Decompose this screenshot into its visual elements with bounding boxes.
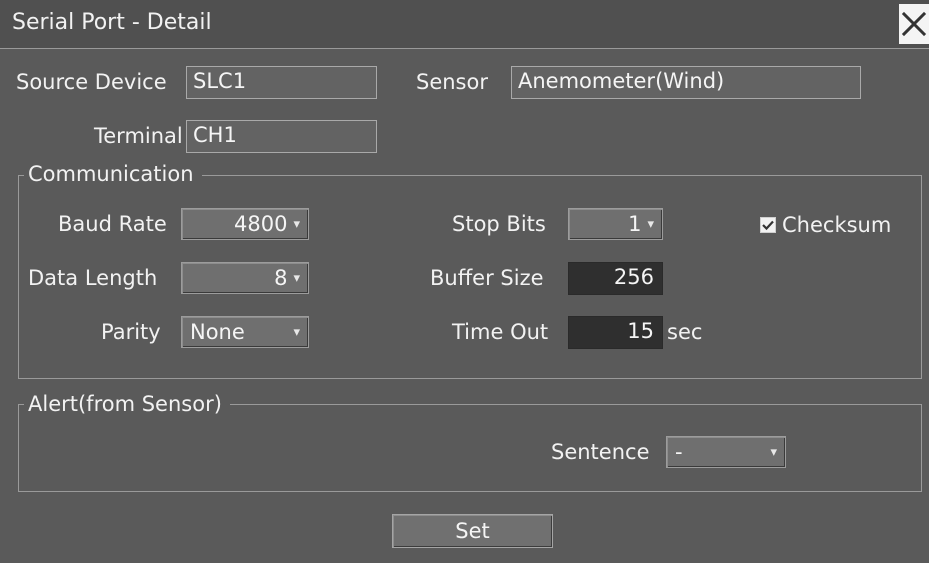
chevron-down-icon: ▾ (293, 216, 300, 232)
time-out-unit: sec (667, 320, 703, 344)
stop-bits-select[interactable]: 1 ▾ (568, 208, 663, 240)
chevron-down-icon: ▾ (647, 216, 654, 232)
parity-value: None (190, 320, 245, 344)
set-button[interactable]: Set (392, 514, 553, 548)
chevron-down-icon: ▾ (770, 444, 777, 460)
data-length-select[interactable]: 8 ▾ (181, 262, 309, 294)
parity-label: Parity (101, 320, 161, 344)
close-icon (901, 11, 927, 37)
serial-port-detail-dialog: Serial Port - Detail Source Device SLC1 … (0, 0, 929, 563)
baud-rate-select[interactable]: 4800 ▾ (181, 208, 309, 240)
data-length-value: 8 (274, 266, 288, 290)
window-title: Serial Port - Detail (12, 10, 212, 35)
checkmark-icon (760, 217, 776, 233)
terminal-field: CH1 (186, 120, 377, 153)
time-out-label: Time Out (452, 320, 549, 344)
buffer-size-label: Buffer Size (430, 266, 544, 290)
time-out-field[interactable]: 15 (568, 316, 663, 349)
sentence-value: - (675, 440, 683, 464)
baud-rate-value: 4800 (234, 212, 288, 236)
sentence-select[interactable]: - ▾ (666, 436, 786, 468)
chevron-down-icon: ▾ (293, 270, 300, 286)
sensor-label: Sensor (416, 70, 488, 94)
chevron-down-icon: ▾ (293, 324, 300, 340)
checksum-label: Checksum (782, 213, 892, 237)
source-device-label: Source Device (16, 70, 167, 94)
title-bar: Serial Port - Detail (0, 0, 929, 49)
stop-bits-label: Stop Bits (452, 212, 546, 236)
parity-select[interactable]: None ▾ (181, 316, 309, 348)
alert-group (18, 404, 922, 492)
source-device-field: SLC1 (186, 66, 377, 99)
terminal-label: Terminal (94, 124, 183, 148)
alert-group-title: Alert(from Sensor) (24, 392, 230, 416)
close-button[interactable] (899, 4, 929, 44)
data-length-label: Data Length (28, 266, 158, 290)
sentence-label: Sentence (551, 440, 650, 464)
sensor-field: Anemometer(Wind) (511, 66, 861, 99)
checksum-checkbox[interactable]: Checksum (760, 210, 891, 240)
stop-bits-value: 1 (628, 212, 642, 236)
buffer-size-field[interactable]: 256 (568, 262, 663, 295)
baud-rate-label: Baud Rate (58, 212, 167, 236)
communication-group-title: Communication (24, 162, 202, 186)
